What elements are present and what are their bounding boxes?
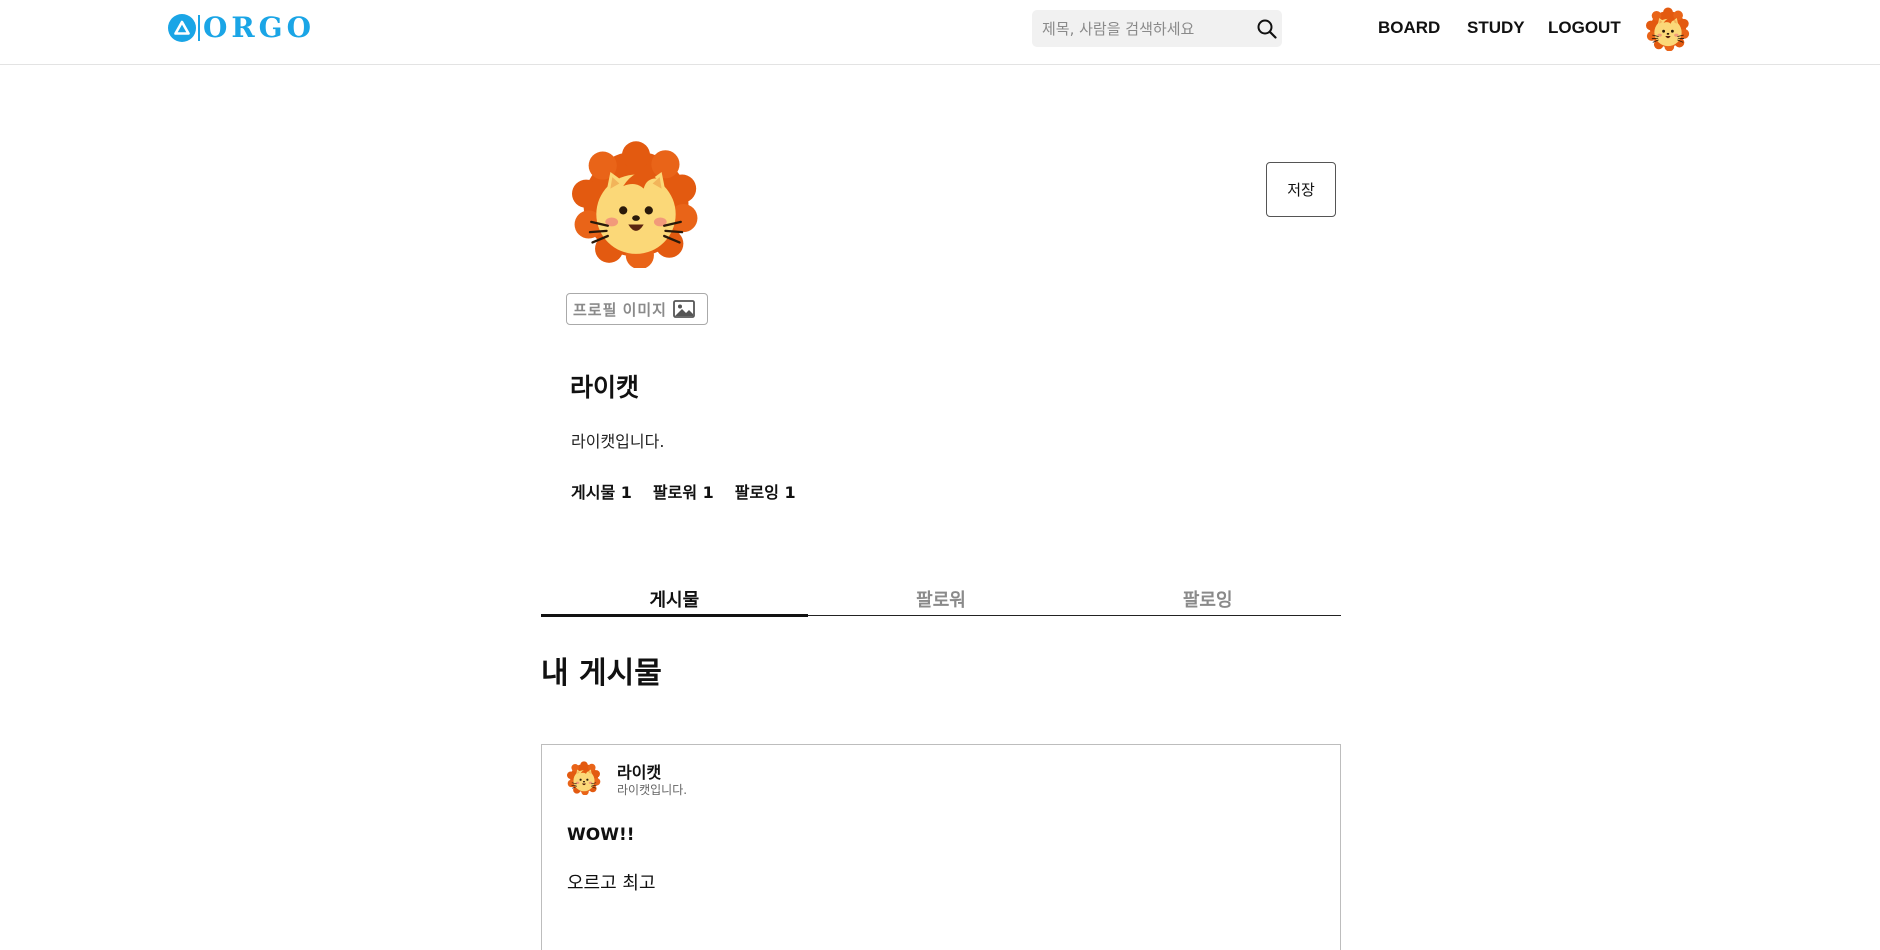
post-author-name: 라이캣 [617,763,662,782]
search-icon[interactable] [1256,18,1278,40]
search-box [1032,10,1282,47]
profile-intro: 라이캣입니다. [571,432,665,451]
nav-logout-link[interactable]: LOGOUT [1548,16,1621,40]
triangle-logo-icon [168,14,196,42]
tab-followers[interactable]: 팔로워 [808,582,1075,615]
nav-board-link[interactable]: BOARD [1378,16,1440,40]
save-button[interactable]: 저장 [1266,162,1336,217]
post-title: WOW!! [567,825,635,845]
post-author-avatar [567,761,601,795]
post-content: 오르고 최고 [567,873,656,894]
profile-image-button-label: 프로필 이미지 [573,301,667,319]
profile-stats: 게시물 1 팔로워 1 팔로잉 1 [571,479,817,503]
profile-avatar-image [572,140,699,268]
top-navigation-bar: ORGO BOARD STUDY LOGOUT [0,0,1880,65]
user-avatar[interactable] [1646,7,1690,51]
stat-followers[interactable]: 팔로워 1 [653,479,714,503]
search-input[interactable] [1042,10,1242,47]
logo-text: ORGO [203,11,315,44]
image-icon [673,300,695,318]
stat-following[interactable]: 팔로잉 1 [735,479,796,503]
orgo-logo[interactable]: ORGO [168,13,315,43]
stat-posts[interactable]: 게시물 1 [571,479,632,503]
tab-following[interactable]: 팔로잉 [1074,582,1341,615]
profile-nickname: 라이캣 [570,373,640,402]
nav-study-link[interactable]: STUDY [1467,16,1525,40]
profile-image-button[interactable]: 프로필 이미지 [566,293,708,325]
section-title: 내 게시물 [541,656,662,691]
logo-divider [198,15,200,41]
tab-posts[interactable]: 게시물 [541,582,808,617]
post-author-intro: 라이캣입니다. [617,783,688,797]
post-card[interactable]: 라이캣 라이캣입니다. WOW!! 오르고 최고 [541,744,1341,950]
profile-tabs: 게시물 팔로워 팔로잉 [541,582,1341,617]
